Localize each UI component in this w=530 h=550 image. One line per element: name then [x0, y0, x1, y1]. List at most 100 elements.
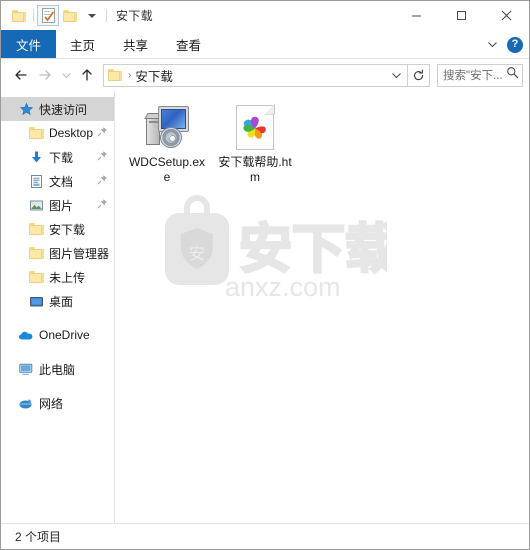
file-list-area[interactable]: WDCSetup.exe 安下载帮助.htm 安 安下载 anxz.com	[115, 91, 529, 523]
file-item-wdcsetup[interactable]: WDCSetup.exe	[127, 99, 207, 185]
help-icon[interactable]: ?	[507, 36, 523, 53]
file-items: WDCSetup.exe 安下载帮助.htm	[127, 99, 295, 185]
exe-setup-icon	[144, 105, 190, 149]
sidebar-item-pictures[interactable]: 图片	[1, 193, 114, 217]
folder-icon	[27, 220, 45, 238]
quick-access-toolbar	[8, 5, 110, 26]
network-icon	[17, 394, 35, 412]
window-title: 安下载	[116, 9, 153, 23]
sidebar-item-label: 安下载	[49, 222, 86, 237]
file-name: 安下载帮助.htm	[218, 155, 292, 184]
forward-button[interactable]	[33, 63, 57, 87]
item-count-label: 2 个项目	[15, 530, 62, 544]
recent-locations-button[interactable]	[57, 63, 75, 87]
file-explorer-window: 安下载 文件 主页 共享 查看 ? › 安下载 搜索"安下... 快速访问 De…	[0, 0, 530, 550]
star-icon	[17, 100, 35, 118]
sidebar-item-label: 桌面	[49, 294, 74, 309]
watermark-site: anxz.com	[225, 272, 341, 302]
html-document-icon	[236, 105, 274, 150]
ribbon-right-controls: ?	[487, 30, 523, 59]
sidebar-item-downloads[interactable]: 下载	[1, 145, 114, 169]
close-button[interactable]	[484, 1, 529, 30]
watermark-shield-char: 安	[189, 245, 205, 263]
title-separator	[106, 9, 107, 22]
status-bar: 2 个项目	[1, 523, 529, 549]
download-icon	[27, 148, 45, 166]
sidebar-item-network[interactable]: 网络	[1, 391, 114, 415]
file-name: WDCSetup.exe	[128, 155, 206, 184]
refresh-button[interactable]	[408, 63, 430, 87]
address-bar[interactable]: › 安下载	[103, 63, 408, 87]
title-bar: 安下载	[1, 1, 529, 30]
sidebar-item-desktop[interactable]: 桌面	[1, 289, 114, 313]
sidebar-item-label: 图片	[49, 198, 74, 213]
pin-icon[interactable]	[97, 172, 108, 190]
desktop-icon	[27, 292, 45, 310]
sidebar-item-label: 未上传	[49, 270, 86, 285]
chevron-down-icon	[88, 13, 96, 18]
qat-customize-button[interactable]	[81, 5, 103, 26]
sidebar-item-desktop-folder[interactable]: Desktop	[1, 121, 114, 145]
tab-view[interactable]: 查看	[162, 30, 215, 58]
icon-wrapper	[231, 103, 279, 151]
qat-separator	[33, 9, 34, 22]
site-watermark: 安 安下载 anxz.com	[165, 195, 387, 302]
qat-properties-icon[interactable]	[37, 5, 59, 26]
sidebar-item-label: Desktop	[49, 126, 94, 140]
pin-icon[interactable]	[97, 196, 108, 214]
sidebar-item-label: 文档	[49, 174, 74, 189]
tab-file[interactable]: 文件	[1, 30, 57, 58]
sidebar-item-not-uploaded[interactable]: 未上传	[1, 265, 114, 289]
this-pc-icon	[17, 360, 35, 378]
address-folder-icon	[108, 69, 122, 81]
properties-icon	[41, 8, 55, 23]
search-box[interactable]: 搜索"安下...	[437, 63, 523, 87]
new-folder-icon	[63, 9, 77, 22]
folder-icon	[27, 124, 45, 142]
explorer-body: 快速访问 Desktop 下载 文档 图片 安下载 图片管理器 未上传 桌面 O…	[1, 91, 529, 523]
qat-folder-icon[interactable]	[8, 5, 30, 26]
sidebar-item-this-pc[interactable]: 此电脑	[1, 357, 114, 381]
sidebar-item-label: 快速访问	[39, 102, 88, 117]
cloud-icon	[17, 326, 35, 344]
maximize-button[interactable]	[439, 1, 484, 30]
watermark-brand: 安下载	[239, 220, 387, 279]
pin-icon[interactable]	[97, 124, 108, 142]
search-icon[interactable]	[506, 66, 519, 84]
sidebar-item-label: 此电脑	[39, 362, 76, 377]
ribbon-tabs: 文件 主页 共享 查看 ?	[1, 30, 529, 59]
breadcrumb-separator: ›	[128, 69, 132, 81]
pin-icon[interactable]	[97, 148, 108, 166]
minimize-button[interactable]	[394, 1, 439, 30]
navigation-bar: › 安下载 搜索"安下...	[1, 59, 529, 91]
breadcrumb-current-folder[interactable]: 安下载	[135, 66, 387, 85]
navigation-pane: 快速访问 Desktop 下载 文档 图片 安下载 图片管理器 未上传 桌面 O…	[1, 91, 115, 523]
sidebar-item-label: 下载	[49, 150, 74, 165]
qat-new-folder-icon[interactable]	[59, 5, 81, 26]
sidebar-item-label: OneDrive	[39, 328, 90, 342]
address-dropdown-icon[interactable]	[387, 70, 405, 81]
folder-icon	[27, 268, 45, 286]
sidebar-item-onedrive[interactable]: OneDrive	[1, 323, 114, 347]
folder-icon	[12, 9, 26, 22]
icon-wrapper	[143, 103, 191, 151]
back-button[interactable]	[9, 63, 33, 87]
document-icon	[27, 172, 45, 190]
sidebar-item-picture-manager[interactable]: 图片管理器	[1, 241, 114, 265]
picture-icon	[27, 196, 45, 214]
tab-share[interactable]: 共享	[109, 30, 162, 58]
sidebar-item-anxiazai[interactable]: 安下载	[1, 217, 114, 241]
search-input[interactable]: 搜索"安下...	[443, 67, 506, 83]
tab-home[interactable]: 主页	[56, 30, 109, 58]
up-button[interactable]	[75, 63, 99, 87]
file-item-anxiazai-help[interactable]: 安下载帮助.htm	[215, 99, 295, 185]
sidebar-item-documents[interactable]: 文档	[1, 169, 114, 193]
sidebar-item-label: 图片管理器	[49, 246, 110, 261]
caption-buttons	[394, 1, 529, 30]
chevron-down-icon[interactable]	[487, 39, 498, 50]
sidebar-item-label: 网络	[39, 396, 64, 411]
sidebar-item-quick-access[interactable]: 快速访问	[1, 97, 114, 121]
